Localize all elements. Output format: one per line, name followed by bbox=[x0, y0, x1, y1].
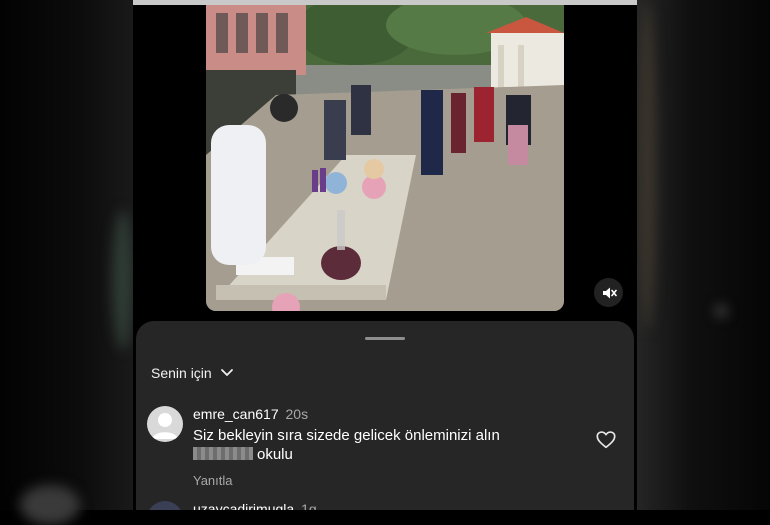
blurred-backdrop-right bbox=[635, 0, 770, 510]
comment-filter-label: Senin için bbox=[151, 365, 212, 381]
comment-username[interactable]: emre_can617 bbox=[193, 406, 279, 422]
comment-text-line2: okulu bbox=[193, 445, 573, 464]
mute-button[interactable] bbox=[594, 278, 623, 307]
speaker-muted-icon bbox=[602, 287, 617, 298]
comment-filter-dropdown[interactable]: Senin için bbox=[151, 365, 234, 381]
reel-video[interactable] bbox=[206, 5, 564, 311]
comment-header: uzaycadirimugla 1g bbox=[193, 501, 317, 510]
comment-text-line1: Siz bekleyin sıra sizede gelicek önlemin… bbox=[193, 427, 500, 444]
heart-outline-icon[interactable] bbox=[595, 429, 617, 451]
redacted-text bbox=[193, 447, 253, 460]
video-frame bbox=[206, 5, 564, 311]
backdrop-blob bbox=[715, 305, 727, 317]
comments-sheet: Senin için emre_can617 20s Siz bekleyin … bbox=[136, 321, 634, 510]
chevron-down-icon bbox=[220, 369, 233, 376]
phone-screen: Senin için emre_can617 20s Siz bekleyin … bbox=[133, 0, 637, 510]
default-avatar-icon bbox=[152, 413, 178, 439]
avatar[interactable] bbox=[147, 406, 183, 442]
sheet-drag-handle[interactable] bbox=[365, 337, 405, 340]
comment-header: emre_can617 20s bbox=[193, 406, 573, 423]
avatar[interactable] bbox=[147, 501, 183, 510]
backdrop-blob bbox=[638, 0, 656, 330]
comment-item: uzaycadirimugla 1g bbox=[147, 501, 627, 510]
comment-text: Siz bekleyin sıra sizede gelicek önlemin… bbox=[193, 426, 573, 464]
comment-text-word: okulu bbox=[257, 446, 293, 463]
comment-time: 20s bbox=[285, 406, 309, 422]
backdrop-blob bbox=[112, 210, 134, 350]
reply-button[interactable]: Yanıtla bbox=[193, 473, 573, 488]
backdrop-blob bbox=[20, 485, 80, 525]
comment-username[interactable]: uzaycadirimugla bbox=[193, 501, 294, 510]
comment-time: 1g bbox=[301, 501, 317, 510]
comment-body: emre_can617 20s Siz bekleyin sıra sizede… bbox=[193, 406, 573, 488]
